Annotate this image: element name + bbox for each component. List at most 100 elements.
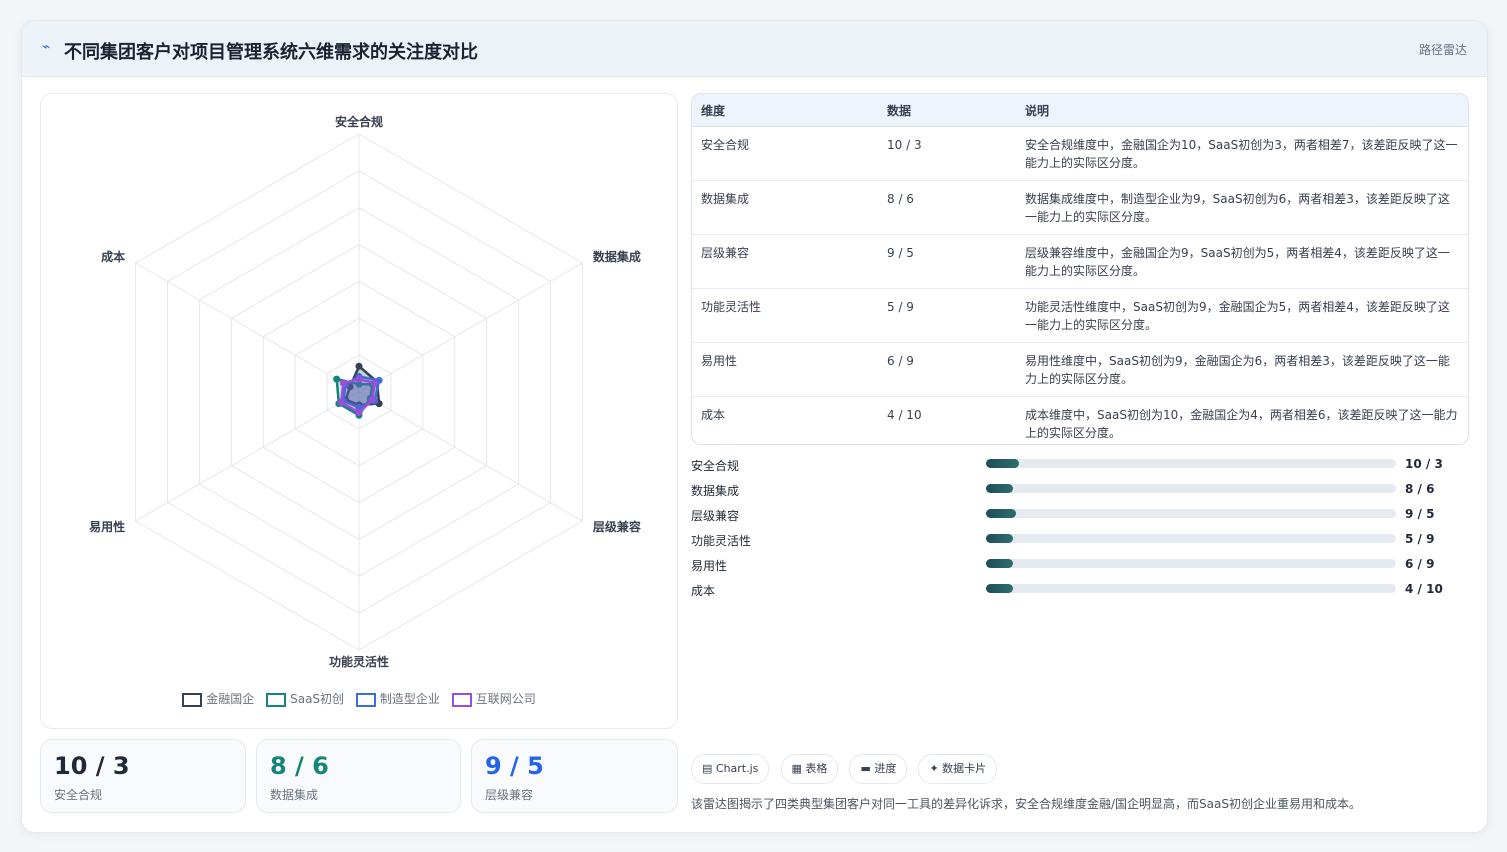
table-row: 功能灵活性 5 / 9 功能灵活性维度中，SaaS初创为9，金融国企为5，两者相差4… bbox=[692, 288, 1468, 343]
feature-chips: ▤ Chart.js ▦ 表格 ▬ 进度 ✦ 数据卡片 bbox=[691, 754, 1003, 784]
cell-dimension: 功能灵活性 bbox=[692, 288, 878, 343]
legend-label: 金融国企 bbox=[206, 692, 255, 706]
axis-label: 层级兼容 bbox=[593, 519, 641, 534]
cell-description: 安全合规维度中，金融国企为10，SaaS初创为3，两者相差7，该差距反映了这一能… bbox=[1016, 126, 1468, 181]
table-row: 数据集成 8 / 6 数据集成维度中，制造型企业为9，SaaS初创为6，两者相差3，… bbox=[692, 180, 1468, 235]
column-header: 维度 bbox=[692, 94, 878, 127]
axis-line bbox=[358, 262, 583, 393]
cell-data: 5 / 9 bbox=[878, 288, 1016, 343]
data-point bbox=[355, 375, 363, 383]
legend-item[interactable]: 金融国企 bbox=[182, 690, 254, 707]
legend-swatch bbox=[355, 692, 376, 707]
progress-row: 功能灵活性 5 / 9 bbox=[691, 532, 1467, 557]
main-card: ⌁ 不同集团客户对项目管理系统六维需求的关注度对比 路径雷达 安全合规 数据集成层… bbox=[21, 20, 1488, 833]
chip-progress[interactable]: ▬ 进度 bbox=[849, 754, 908, 784]
data-point bbox=[368, 396, 376, 404]
progress-label: 安全合规 bbox=[691, 459, 740, 473]
cell-dimension: 层级兼容 bbox=[692, 234, 878, 289]
header: ⌁ 不同集团客户对项目管理系统六维需求的关注度对比 路径雷达 bbox=[22, 21, 1487, 77]
progress-track bbox=[986, 509, 1396, 518]
data-point bbox=[355, 362, 363, 370]
progress-fill bbox=[986, 459, 1019, 468]
stat-label: 层级兼容 bbox=[485, 788, 534, 802]
stat-card: 9 / 5 层级兼容 bbox=[471, 739, 678, 813]
cell-dimension: 成本 bbox=[701, 408, 726, 422]
axis-label: 安全合规 bbox=[335, 114, 383, 129]
legend-item[interactable]: 互联网公司 bbox=[451, 690, 536, 707]
table-header-row: 维度 数据 说明 bbox=[692, 94, 1468, 127]
legend-item[interactable]: 制造型企业 bbox=[355, 690, 440, 707]
legend-swatch bbox=[182, 692, 203, 707]
summary-note: 该雷达图揭示了四类典型集团客户对同一工具的差异化诉求，安全合规维度金融/国企明显… bbox=[691, 797, 1361, 811]
progress-value: 8 / 6 bbox=[1405, 482, 1435, 496]
chip-chartjs[interactable]: ▤ Chart.js bbox=[691, 754, 770, 784]
chart-type-tag: 路径雷达 bbox=[1418, 43, 1467, 57]
progress-bars: 安全合规 10 / 3 数据集成 8 / 6 层级兼容 9 / 5 功能灵活性 5 / … bbox=[691, 457, 1467, 607]
progress-value: 5 / 9 bbox=[1405, 532, 1435, 546]
data-point bbox=[371, 379, 379, 387]
data-point bbox=[355, 409, 363, 417]
legend-swatch bbox=[266, 692, 287, 707]
axis-label: 易用性 bbox=[89, 519, 125, 534]
chip-table[interactable]: ▦ 表格 bbox=[780, 754, 839, 784]
cell-dimension: 安全合规 bbox=[692, 126, 878, 181]
progress-fill bbox=[986, 534, 1013, 543]
legend-label: SaaS初创 bbox=[290, 692, 345, 706]
progress-track bbox=[986, 534, 1396, 543]
stat-value: 10 / 3 bbox=[54, 752, 130, 780]
progress-value: 6 / 9 bbox=[1405, 557, 1435, 571]
progress-fill bbox=[986, 584, 1013, 593]
progress-row: 数据集成 8 / 6 bbox=[691, 482, 1467, 507]
table-row: 成本 4 / 10 成本维度中，SaaS初创为10，金融国企为4，两者相差6，该差距… bbox=[692, 397, 1468, 445]
data-point bbox=[339, 379, 347, 387]
data-point bbox=[333, 375, 341, 383]
progress-row: 层级兼容 9 / 5 bbox=[691, 507, 1467, 532]
cell-description: 数据集成维度中，制造型企业为9，SaaS初创为6，两者相差3，该差距反映了这一能… bbox=[1016, 180, 1468, 235]
progress-value: 9 / 5 bbox=[1405, 507, 1435, 521]
cell-dimension: 易用性 bbox=[692, 342, 878, 397]
cell-data: 6 / 9 bbox=[878, 342, 1016, 397]
radar-chart: 安全合规数据集成层级兼容功能灵活性 易用性 成本 bbox=[89, 114, 641, 669]
chip-data-card[interactable]: ✦ 数据卡片 bbox=[918, 754, 998, 784]
cell-data: 8 / 6 bbox=[878, 180, 1016, 235]
chart-legend: 金融国企 SaaS初创 制造型企业 互联网公司 bbox=[41, 690, 677, 707]
progress-track bbox=[986, 584, 1396, 593]
progress-track bbox=[986, 459, 1396, 468]
table-row: 安全合规 10 / 3 安全合规维度中，金融国企为10，SaaS初创为3，两者相差7… bbox=[692, 126, 1468, 181]
axis-label: 成本 bbox=[101, 249, 125, 264]
progress-fill bbox=[986, 559, 1013, 568]
progress-label: 功能灵活性 bbox=[691, 534, 752, 548]
legend-label: 制造型企业 bbox=[379, 692, 440, 706]
progress-label: 层级兼容 bbox=[691, 509, 740, 523]
progress-row: 安全合规 10 / 3 bbox=[691, 457, 1467, 482]
progress-row: 易用性 6 / 9 bbox=[691, 557, 1467, 582]
stat-value: 9 / 5 bbox=[485, 752, 544, 780]
table-row: 易用性 6 / 9 易用性维度中，SaaS初创为9，金融国企为6，两者相差3，该差距… bbox=[692, 342, 1468, 397]
cell-description: 层级兼容维度中，金融国企为9，SaaS初创为5，两者相差4，该差距反映了这一能力… bbox=[1016, 234, 1468, 289]
legend-item[interactable]: SaaS初创 bbox=[266, 690, 344, 707]
cell-dimension: 数据集成 bbox=[692, 180, 878, 235]
progress-label: 成本 bbox=[691, 584, 716, 598]
data-table: 维度 数据 说明 安全合规 10 / 3 安全合规维度中，金融国企为10，SaaS初… bbox=[692, 94, 1468, 445]
progress-fill bbox=[986, 509, 1016, 518]
legend-swatch bbox=[451, 692, 472, 707]
progress-label: 数据集成 bbox=[691, 484, 740, 498]
data-table-card: 维度 数据 说明 安全合规 10 / 3 安全合规维度中，金融国企为10，SaaS初… bbox=[691, 93, 1469, 445]
axis-line bbox=[135, 391, 360, 522]
axis-label: 功能灵活性 bbox=[329, 654, 389, 669]
stat-value: 8 / 6 bbox=[270, 752, 329, 780]
radar-chart-card: 安全合规 数据集成 层级兼容 功能灵活性 易用性 成本 金融国企 SaaS初创 制造型企业… bbox=[40, 93, 678, 729]
cell-data: 9 / 5 bbox=[878, 234, 1016, 289]
progress-value: 10 / 3 bbox=[1405, 457, 1443, 471]
cell-description: 易用性维度中，SaaS初创为9，金融国企为6，两者相差3，该差距反映了这一能力上… bbox=[1016, 342, 1468, 397]
stat-card: 8 / 6 数据集成 bbox=[256, 739, 461, 813]
legend-label: 互联网公司 bbox=[475, 692, 536, 706]
stat-label: 数据集成 bbox=[270, 788, 319, 802]
cell-description: 功能灵活性维度中，SaaS初创为9，金融国企为5，两者相差4，该差距反映了这一能… bbox=[1016, 288, 1468, 343]
stat-card: 10 / 3 安全合规 bbox=[40, 739, 246, 813]
chart-line-icon: ⌁ bbox=[42, 39, 51, 55]
axis-line bbox=[135, 262, 360, 393]
stat-label: 安全合规 bbox=[54, 788, 103, 802]
progress-row: 成本 4 / 10 bbox=[691, 582, 1467, 607]
progress-track bbox=[986, 559, 1396, 568]
